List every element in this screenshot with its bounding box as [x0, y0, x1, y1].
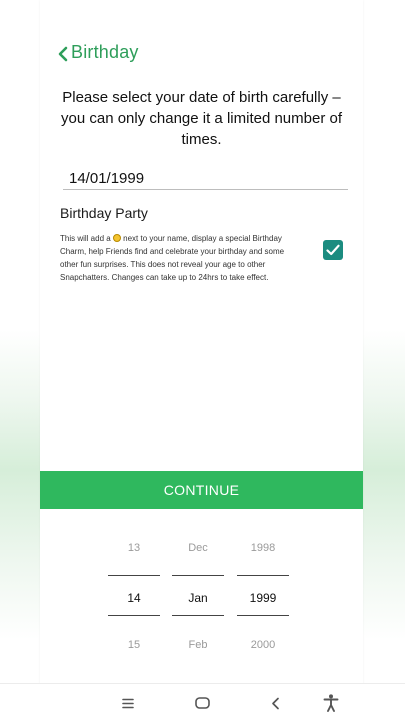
back-icon — [271, 697, 279, 709]
month-picker-column[interactable]: Dec Jan Feb — [172, 509, 224, 681]
system-navigation-bar — [0, 683, 405, 720]
month-option-next[interactable]: Feb — [172, 639, 224, 651]
system-back-button[interactable] — [264, 693, 286, 713]
year-picker-column[interactable]: 1998 1999 2000 — [237, 509, 289, 681]
day-option-next[interactable]: 15 — [108, 639, 160, 651]
picker-divider — [237, 615, 289, 616]
picker-divider — [172, 575, 224, 576]
continue-button[interactable]: CONTINUE — [40, 471, 363, 509]
year-option-prev[interactable]: 1998 — [237, 542, 289, 554]
accessibility-icon — [323, 694, 339, 712]
smiley-face-icon — [112, 234, 121, 242]
picker-divider — [237, 575, 289, 576]
checkmark-icon — [326, 244, 340, 256]
accessibility-button[interactable] — [320, 693, 342, 713]
day-picker-column[interactable]: 13 14 15 — [108, 509, 160, 681]
date-picker: 13 14 15 Dec Jan Feb 1998 1999 2000 — [40, 509, 363, 681]
birthday-screen: Birthday Please select your date of birt… — [40, 0, 363, 720]
birthday-party-checkbox[interactable] — [323, 240, 343, 260]
birthday-party-description: This will add a next to your name, displ… — [60, 232, 300, 284]
home-button[interactable] — [191, 693, 213, 713]
menu-icon — [122, 698, 134, 708]
picker-divider — [108, 615, 160, 616]
birthday-date-field[interactable] — [63, 168, 348, 190]
description-text-start: This will add a — [60, 234, 113, 243]
year-option-next[interactable]: 2000 — [237, 639, 289, 651]
month-option-prev[interactable]: Dec — [172, 542, 224, 554]
month-option-selected[interactable]: Jan — [172, 591, 224, 605]
picker-divider — [108, 575, 160, 576]
home-icon — [194, 697, 210, 709]
picker-divider — [172, 615, 224, 616]
page-title: Birthday — [71, 42, 139, 62]
chevron-left-icon — [58, 46, 68, 62]
recent-apps-button[interactable] — [117, 693, 139, 713]
day-option-prev[interactable]: 13 — [108, 542, 160, 554]
instruction-text: Please select your date of birth careful… — [61, 89, 342, 148]
year-option-selected[interactable]: 1999 — [237, 591, 289, 605]
birthday-party-title: Birthday Party — [60, 205, 148, 221]
day-option-selected[interactable]: 14 — [108, 591, 160, 605]
